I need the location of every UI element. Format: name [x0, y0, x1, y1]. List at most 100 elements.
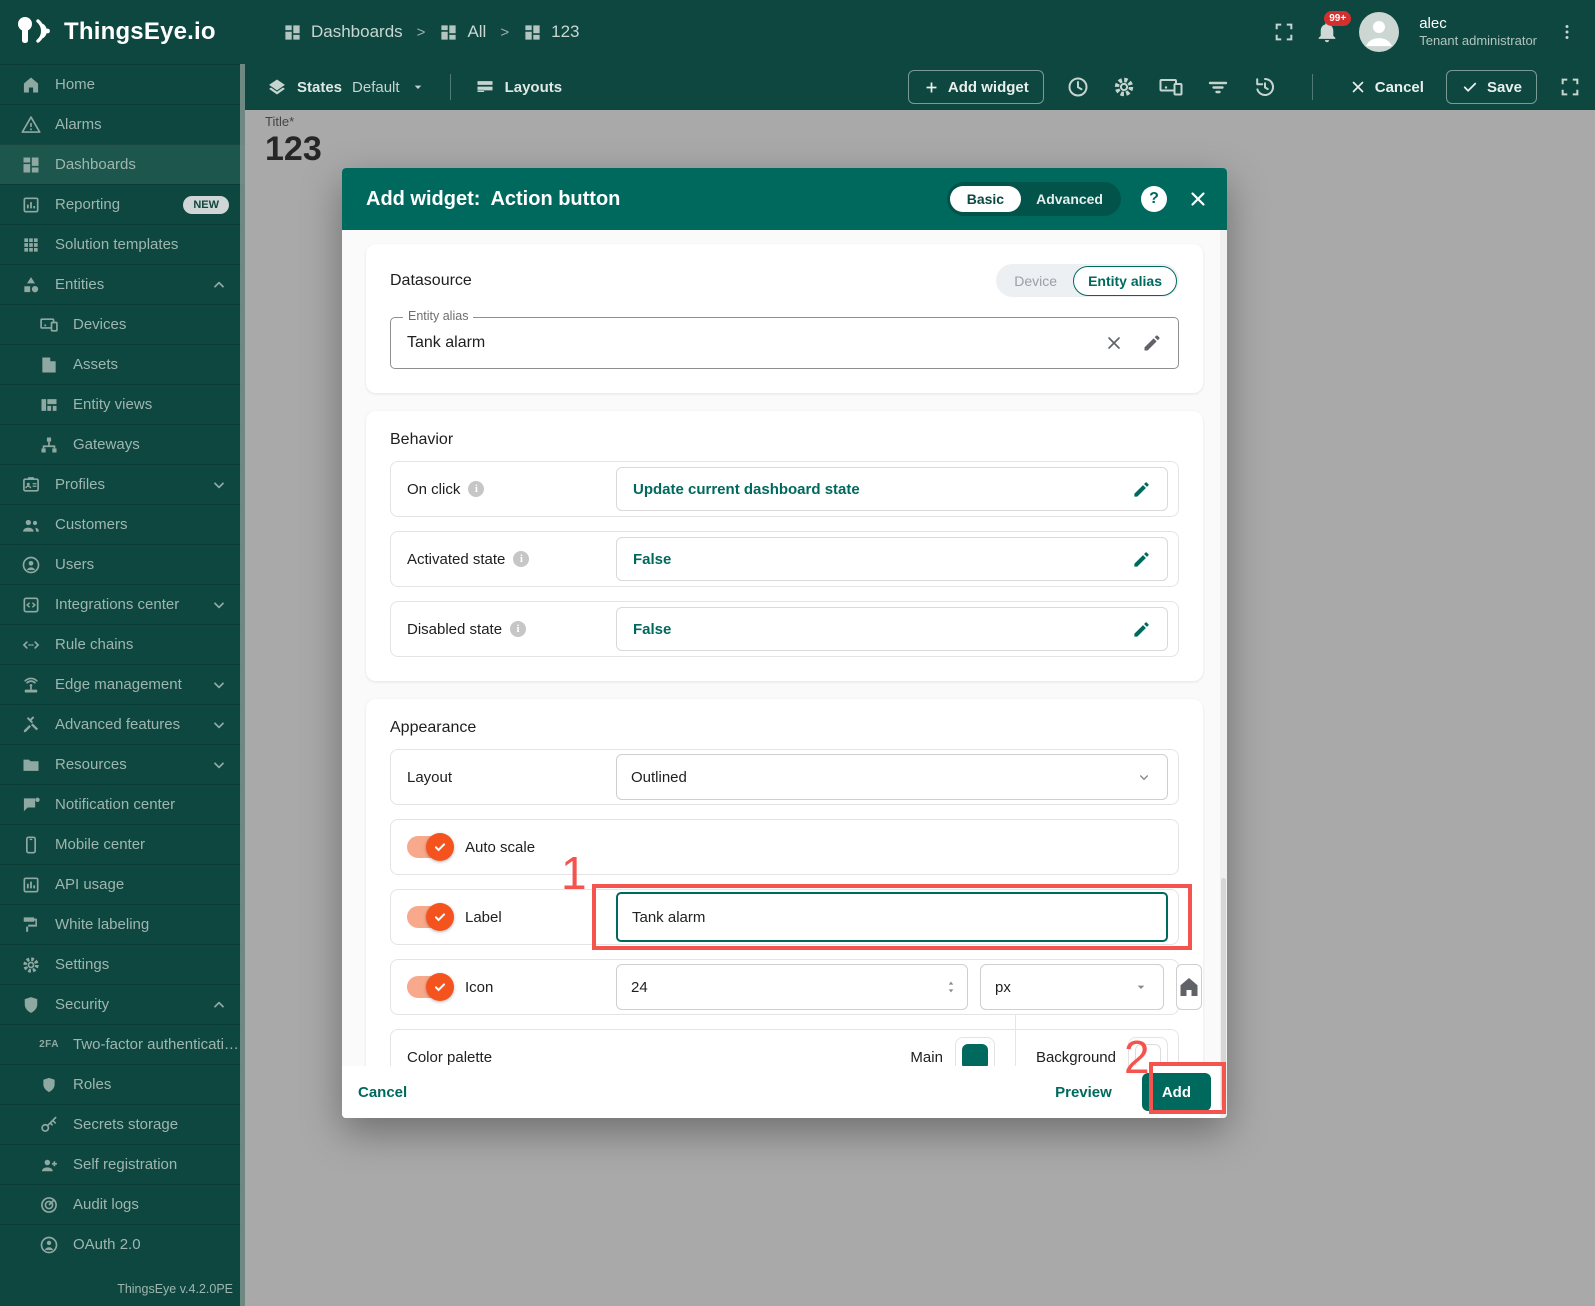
dialog-preview-button[interactable]: Preview	[1055, 1084, 1112, 1101]
chevron-down-icon[interactable]	[211, 717, 227, 733]
fullscreen-icon[interactable]	[1273, 21, 1295, 43]
sidebar-item-resources[interactable]: Resources	[0, 744, 245, 784]
category-icon	[20, 275, 42, 295]
sidebar-item-self-registration[interactable]: Self registration	[0, 1144, 245, 1184]
fullscreen-icon[interactable]	[1559, 76, 1581, 98]
sidebar-item-oauth-2-0[interactable]: OAuth 2.0	[0, 1224, 245, 1264]
auto-scale-toggle[interactable]	[407, 833, 454, 861]
label-input[interactable]	[616, 892, 1168, 942]
edit-pencil-icon[interactable]	[1132, 550, 1151, 569]
app-logo[interactable]: ThingsEye.io	[0, 15, 245, 49]
version-history-icon[interactable]	[1252, 75, 1276, 99]
on-click-value-box[interactable]: Update current dashboard state	[616, 467, 1168, 511]
icon-size-input[interactable]: 24	[616, 964, 968, 1010]
help-icon[interactable]: ?	[1141, 186, 1167, 212]
edit-pencil-icon[interactable]	[1132, 620, 1151, 639]
sidebar-item-alarms[interactable]: Alarms	[0, 104, 245, 144]
device-toggle-button[interactable]: Device	[998, 273, 1073, 289]
spinner-arrows-icon[interactable]	[943, 977, 959, 997]
sidebar-item-roles[interactable]: Roles	[0, 1064, 245, 1104]
mode-advanced-button[interactable]: Advanced	[1021, 191, 1118, 207]
sidebar-item-users[interactable]: Users	[0, 544, 245, 584]
breadcrumb-separator: >	[500, 23, 510, 41]
settings-gear-icon[interactable]	[1112, 75, 1136, 99]
sidebar-item-devices[interactable]: Devices	[0, 304, 245, 344]
time-window-icon[interactable]	[1066, 75, 1090, 99]
sidebar-item-assets[interactable]: Assets	[0, 344, 245, 384]
sidebar-item-rule-chains[interactable]: Rule chains	[0, 624, 245, 664]
sidebar-item-edge-management[interactable]: Edge management	[0, 664, 245, 704]
sidebar-item-settings[interactable]: Settings	[0, 944, 245, 984]
avatar[interactable]	[1359, 12, 1400, 52]
sidebar-scrollbar[interactable]	[240, 64, 245, 1306]
layout-select[interactable]: Outlined	[616, 754, 1168, 800]
sidebar-item-mobile-center[interactable]: Mobile center	[0, 824, 245, 864]
sidebar-item-two-factor-authenticati[interactable]: 2FA Two-factor authenticati…	[0, 1024, 245, 1064]
mode-basic-button[interactable]: Basic	[949, 186, 1022, 212]
chevron-up-icon[interactable]	[211, 277, 227, 293]
info-icon: i	[513, 551, 530, 567]
disabled-state-label: Disabled state	[407, 620, 503, 638]
entity-aliases-icon[interactable]	[1158, 75, 1184, 99]
toolbar-cancel-button[interactable]: Cancel	[1349, 78, 1424, 96]
chevron-down-icon[interactable]	[211, 677, 227, 693]
sidebar-item-home[interactable]: Home	[0, 64, 245, 104]
activated-state-value-box[interactable]: False	[616, 537, 1168, 581]
chevron-down-icon[interactable]	[211, 757, 227, 773]
edit-pencil-icon[interactable]	[1142, 333, 1162, 353]
dialog-cancel-button[interactable]: Cancel	[358, 1084, 407, 1101]
chevron-down-icon[interactable]	[211, 477, 227, 493]
icon-picker-button[interactable]	[1176, 964, 1202, 1010]
sidebar-item-integrations-center[interactable]: Integrations center	[0, 584, 245, 624]
states-value[interactable]: Default	[352, 79, 400, 96]
sidebar-item-advanced-features[interactable]: Advanced features	[0, 704, 245, 744]
sidebar-item-solution-templates[interactable]: Solution templates	[0, 224, 245, 264]
kebab-menu-icon[interactable]	[1557, 22, 1577, 42]
sidebar-item-profiles[interactable]: Profiles	[0, 464, 245, 504]
sidebar-item-label: Rule chains	[55, 636, 134, 653]
icon-toggle[interactable]	[407, 973, 454, 1001]
states-label[interactable]: States	[297, 79, 342, 96]
sidebar-item-audit-logs[interactable]: Audit logs	[0, 1184, 245, 1224]
disabled-state-value-box[interactable]: False	[616, 607, 1168, 651]
add-widget-button[interactable]: Add widget	[907, 70, 1044, 104]
notifications-button[interactable]: 99+	[1315, 11, 1352, 44]
user-info[interactable]: alec Tenant administrator	[1419, 15, 1537, 50]
sidebar-item-notification-center[interactable]: Notification center	[0, 784, 245, 824]
sidebar-item-secrets-storage[interactable]: Secrets storage	[0, 1104, 245, 1144]
breadcrumb-all[interactable]: All	[439, 22, 486, 42]
edit-pencil-icon[interactable]	[1132, 480, 1151, 499]
entity-alias-field[interactable]: Entity alias Tank alarm	[390, 309, 1179, 369]
thingseye-logo-icon	[14, 15, 54, 49]
chevron-down-icon[interactable]	[211, 597, 227, 613]
label-row-label: Label	[465, 908, 502, 926]
sidebar-item-security[interactable]: Security	[0, 984, 245, 1024]
close-icon[interactable]	[1187, 188, 1209, 210]
sidebar-item-customers[interactable]: Customers	[0, 504, 245, 544]
entity-alias-toggle-button[interactable]: Entity alias	[1073, 265, 1177, 296]
title-field-value: 123	[265, 130, 322, 168]
assets-icon	[38, 355, 60, 375]
dialog-scrollbar[interactable]	[1220, 230, 1227, 1118]
chevron-up-icon[interactable]	[211, 997, 227, 1013]
sidebar-item-label: Roles	[73, 1076, 112, 1093]
sidebar-item-label: Two-factor authenticati…	[73, 1036, 239, 1053]
sidebar-item-white-labeling[interactable]: White labeling	[0, 904, 245, 944]
color-palette-label: Color palette	[407, 1048, 493, 1066]
sidebar-item-entity-views[interactable]: Entity views	[0, 384, 245, 424]
sidebar-item-gateways[interactable]: Gateways	[0, 424, 245, 464]
sidebar-item-dashboards[interactable]: Dashboards	[0, 144, 245, 184]
label-toggle[interactable]	[407, 903, 454, 931]
filter-icon[interactable]	[1206, 75, 1230, 99]
user-role: Tenant administrator	[1419, 33, 1537, 49]
sidebar-item-entities[interactable]: Entities	[0, 264, 245, 304]
clear-icon[interactable]	[1104, 333, 1124, 353]
toolbar-save-button[interactable]: Save	[1445, 70, 1537, 104]
layouts-label[interactable]: Layouts	[505, 79, 563, 96]
breadcrumb-dashboards[interactable]: Dashboards	[283, 22, 403, 42]
sidebar-item-reporting[interactable]: Reporting NEW	[0, 184, 245, 224]
sidebar-item-api-usage[interactable]: API usage	[0, 864, 245, 904]
icon-unit-select[interactable]: px	[980, 964, 1164, 1010]
breadcrumb-current[interactable]: 123	[523, 22, 579, 42]
dialog-add-button[interactable]: Add	[1141, 1073, 1211, 1111]
